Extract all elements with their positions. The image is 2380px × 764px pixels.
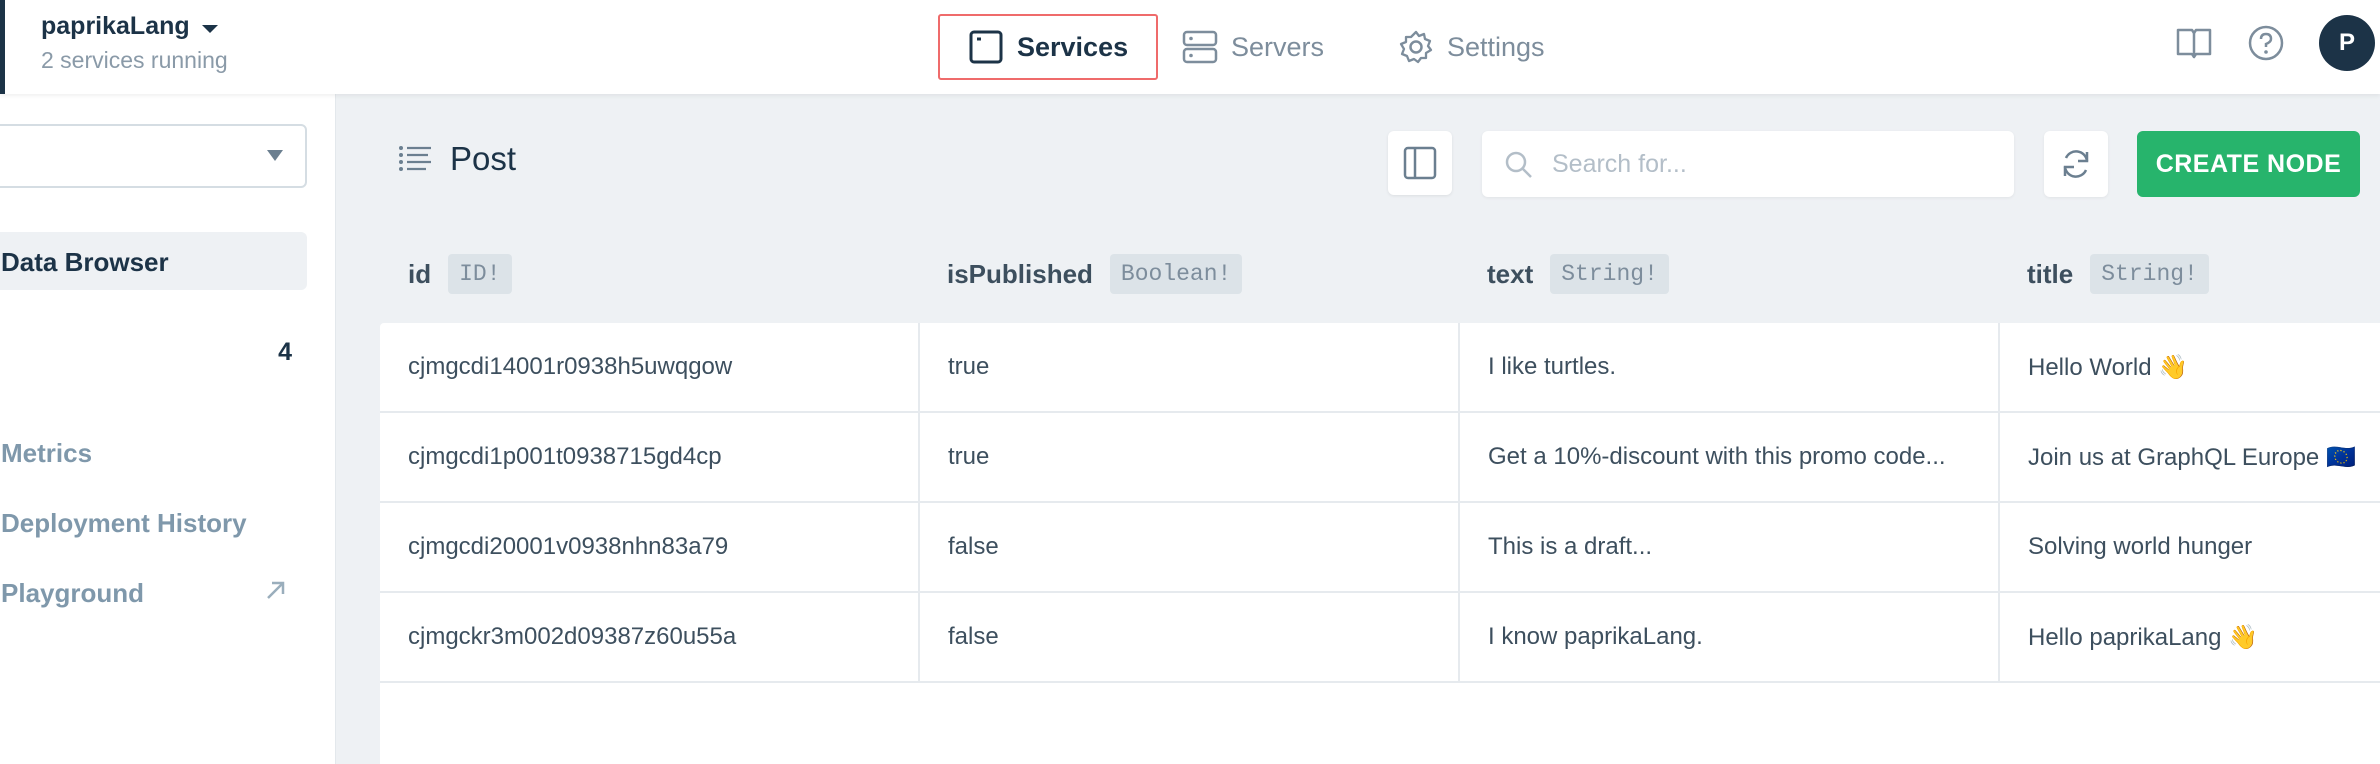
column-type: Boolean!	[1109, 254, 1243, 294]
search-box[interactable]	[1482, 131, 2014, 197]
model-count: 4	[278, 338, 292, 366]
project-switcher[interactable]: paprikaLang	[41, 12, 218, 41]
cell-ispublished[interactable]: true	[920, 413, 1458, 501]
search-input[interactable]	[1552, 141, 1992, 187]
toggle-sidebar-button[interactable]	[1388, 131, 1452, 195]
create-node-button[interactable]: CREATE NODE	[2137, 131, 2360, 197]
column-header-ispublished[interactable]: isPublished Boolean!	[947, 252, 1243, 296]
top-bar-edge	[0, 0, 5, 94]
user-avatar[interactable]: P	[2319, 15, 2375, 71]
gear-icon	[1399, 30, 1433, 64]
tab-services[interactable]: Services	[938, 14, 1159, 80]
sidebar-item-label: Data Browser	[1, 247, 169, 277]
cell-title[interactable]: Hello paprikaLang 👋	[2000, 593, 2380, 681]
sidebar-item-deployment-history[interactable]: Deployment History	[1, 508, 247, 539]
cell-title[interactable]: Solving world hunger	[2000, 503, 2380, 591]
table-row[interactable]: cjmgckr3m002d09387z60u55a false I know p…	[380, 593, 2380, 683]
column-name: isPublished	[947, 258, 1093, 289]
cell-id[interactable]: cjmgckr3m002d09387z60u55a	[380, 593, 918, 681]
help-icon[interactable]	[2247, 24, 2285, 62]
cell-id[interactable]: cjmgcdi1p001t0938715gd4cp	[380, 413, 918, 501]
cell-id[interactable]: cjmgcdi14001r0938h5uwqgow	[380, 323, 918, 411]
dropdown-triangle-icon	[267, 150, 283, 161]
external-link-icon	[267, 581, 285, 599]
column-header-id[interactable]: id ID!	[408, 252, 512, 296]
cell-ispublished[interactable]: false	[920, 503, 1458, 591]
model-heading: Post	[398, 140, 516, 178]
panel-icon	[1403, 146, 1437, 180]
model-title: Post	[450, 140, 517, 177]
cell-title[interactable]: Join us at GraphQL Europe 🇪🇺	[2000, 413, 2380, 501]
sidebar-item-playground[interactable]: Playground	[1, 578, 144, 609]
caret-down-icon	[201, 24, 218, 33]
column-header-text[interactable]: text String!	[1487, 252, 1669, 296]
service-select[interactable]	[0, 124, 307, 188]
column-type: String!	[1550, 254, 1669, 294]
model-label: :	[0, 338, 1, 369]
project-status: 2 services running	[41, 47, 228, 73]
column-name: title	[2027, 258, 2074, 289]
table-row[interactable]: cjmgcdi20001v0938nhn83a79 false This is …	[380, 503, 2380, 593]
list-icon	[399, 146, 431, 171]
cell-text[interactable]: This is a draft...	[1460, 503, 1998, 591]
sidebar: Data Browser : 4 Metrics Deployment Hist…	[0, 94, 336, 764]
table-row[interactable]: cjmgcdi14001r0938h5uwqgow true I like tu…	[380, 323, 2380, 413]
data-table: cjmgcdi14001r0938h5uwqgow true I like tu…	[380, 323, 2380, 764]
column-type: ID!	[448, 254, 512, 294]
cell-text[interactable]: I know paprikaLang.	[1460, 593, 1998, 681]
sidebar-model-row[interactable]: : 4	[0, 338, 300, 378]
sidebar-item-metrics[interactable]: Metrics	[1, 438, 92, 469]
refresh-button[interactable]	[2044, 131, 2108, 197]
docs-book-icon[interactable]	[2176, 24, 2212, 60]
tab-settings[interactable]: Settings	[1398, 14, 1545, 80]
top-bar: paprikaLang 2 services running Services …	[0, 0, 2380, 94]
cell-ispublished[interactable]: false	[920, 593, 1458, 681]
server-icon	[1182, 30, 1218, 64]
cell-text[interactable]: Get a 10%-discount with this promo code.…	[1460, 413, 1998, 501]
tab-label: Services	[1017, 31, 1129, 62]
column-name: id	[408, 258, 432, 289]
tab-label: Settings	[1447, 31, 1545, 62]
cell-text[interactable]: I like turtles.	[1460, 323, 1998, 411]
refresh-icon	[2063, 150, 2089, 178]
table-row[interactable]: cjmgcdi1p001t0938715gd4cp true Get a 10%…	[380, 413, 2380, 503]
sidebar-item-data-browser[interactable]: Data Browser	[0, 232, 307, 290]
project-name: paprikaLang	[41, 12, 190, 40]
cell-ispublished[interactable]: true	[920, 323, 1458, 411]
cell-title[interactable]: Hello World 👋	[2000, 323, 2380, 411]
column-name: text	[1487, 258, 1534, 289]
column-type: String!	[2090, 254, 2209, 294]
search-icon	[1505, 151, 1532, 178]
window-icon	[969, 30, 1003, 64]
tab-label: Servers	[1231, 31, 1325, 62]
tab-servers[interactable]: Servers	[1182, 14, 1324, 80]
column-header-title[interactable]: title String!	[2027, 252, 2209, 296]
cell-id[interactable]: cjmgcdi20001v0938nhn83a79	[380, 503, 918, 591]
